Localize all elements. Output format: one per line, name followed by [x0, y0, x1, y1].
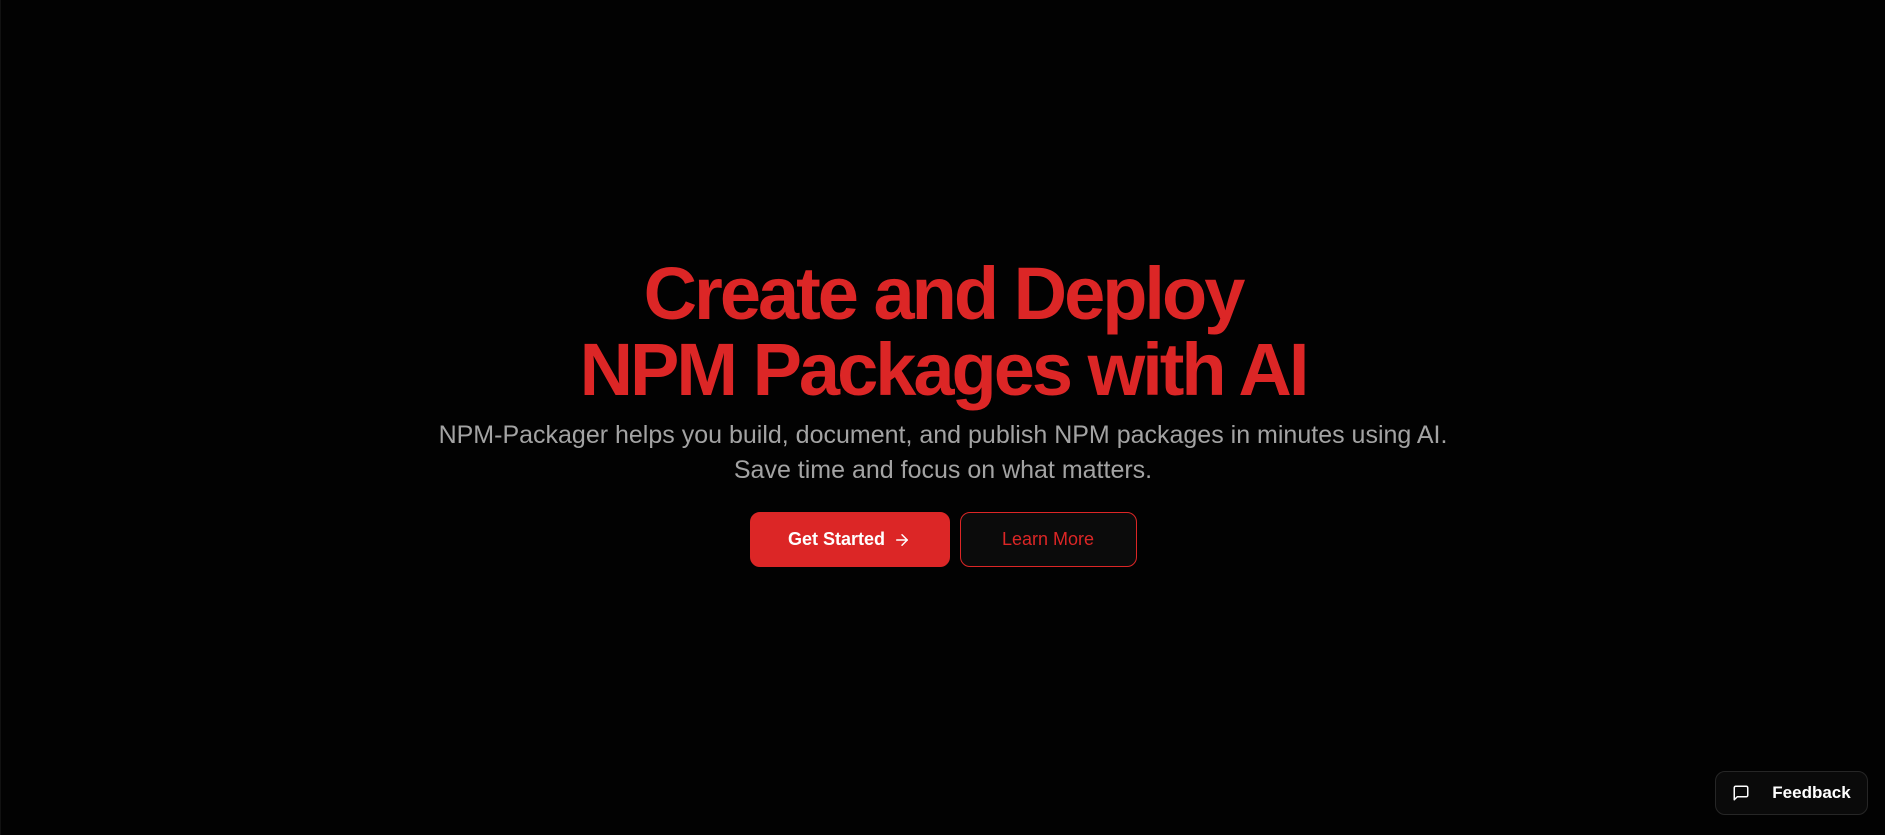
- arrow-right-icon: [893, 531, 911, 549]
- hero-actions: Get Started Learn More: [749, 512, 1137, 567]
- hero-subtitle-line-1: NPM-Packager helps you build, document, …: [438, 421, 1448, 449]
- hero-subtitle: NPM-Packager helps you build, document, …: [439, 418, 1448, 488]
- learn-more-label: Learn More: [1001, 529, 1095, 549]
- get-started-button[interactable]: Get Started: [749, 512, 950, 567]
- hero-subtitle-line-2: Save time and focus on what matters.: [733, 456, 1153, 484]
- feedback-button[interactable]: Feedback: [1715, 771, 1868, 815]
- message-square-icon: [1732, 784, 1750, 802]
- learn-more-button[interactable]: Learn More: [959, 512, 1137, 567]
- hero-title-line-2: NPM Packages with AI: [579, 328, 1310, 411]
- landing-page: Create and Deploy NPM Packages with AI N…: [0, 0, 1885, 835]
- hero-section: Create and Deploy NPM Packages with AI N…: [1, 256, 1885, 567]
- feedback-label: Feedback: [1772, 783, 1851, 802]
- hero-title-line-1: Create and Deploy: [643, 252, 1246, 335]
- hero-title: Create and Deploy NPM Packages with AI: [579, 252, 1310, 411]
- get-started-label: Get Started: [787, 529, 886, 549]
